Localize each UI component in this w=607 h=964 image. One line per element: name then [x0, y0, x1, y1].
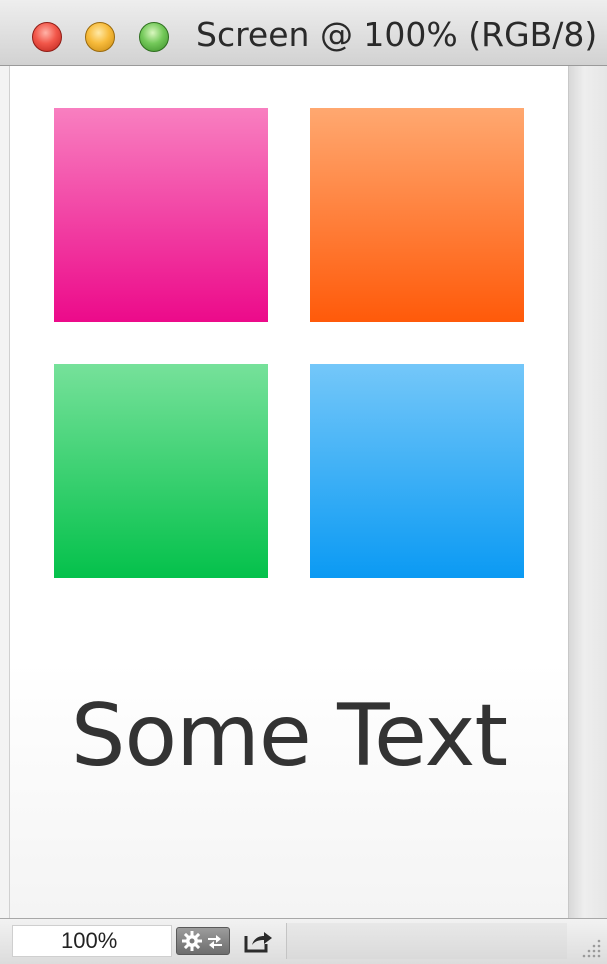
document-window: Screen @ 100% (RGB/8) Some Text 100%: [0, 0, 607, 964]
canvas-text-layer: Some Text: [70, 686, 508, 786]
blue-swatch: [310, 364, 524, 578]
document-canvas[interactable]: Some Text: [10, 66, 568, 918]
zoom-button[interactable]: [139, 22, 169, 52]
gear-arrows-icon: [182, 931, 222, 951]
orange-swatch: [310, 108, 524, 322]
minimize-button[interactable]: [85, 22, 115, 52]
tools-button[interactable]: [176, 927, 230, 955]
title-bar[interactable]: Screen @ 100% (RGB/8): [0, 0, 607, 66]
window-title: Screen @ 100% (RGB/8): [196, 15, 598, 54]
zoom-level-field[interactable]: 100%: [12, 925, 172, 957]
close-button[interactable]: [32, 22, 62, 52]
horizontal-scrollbar[interactable]: [286, 923, 567, 959]
resize-grip-icon[interactable]: [573, 930, 603, 960]
green-swatch: [54, 364, 268, 578]
share-button[interactable]: [240, 927, 280, 955]
canvas-left-edge: [0, 66, 10, 918]
pink-swatch: [54, 108, 268, 322]
share-arrow-icon: [244, 932, 272, 953]
status-bar: 100%: [0, 918, 607, 964]
vertical-scrollbar[interactable]: [568, 66, 607, 918]
